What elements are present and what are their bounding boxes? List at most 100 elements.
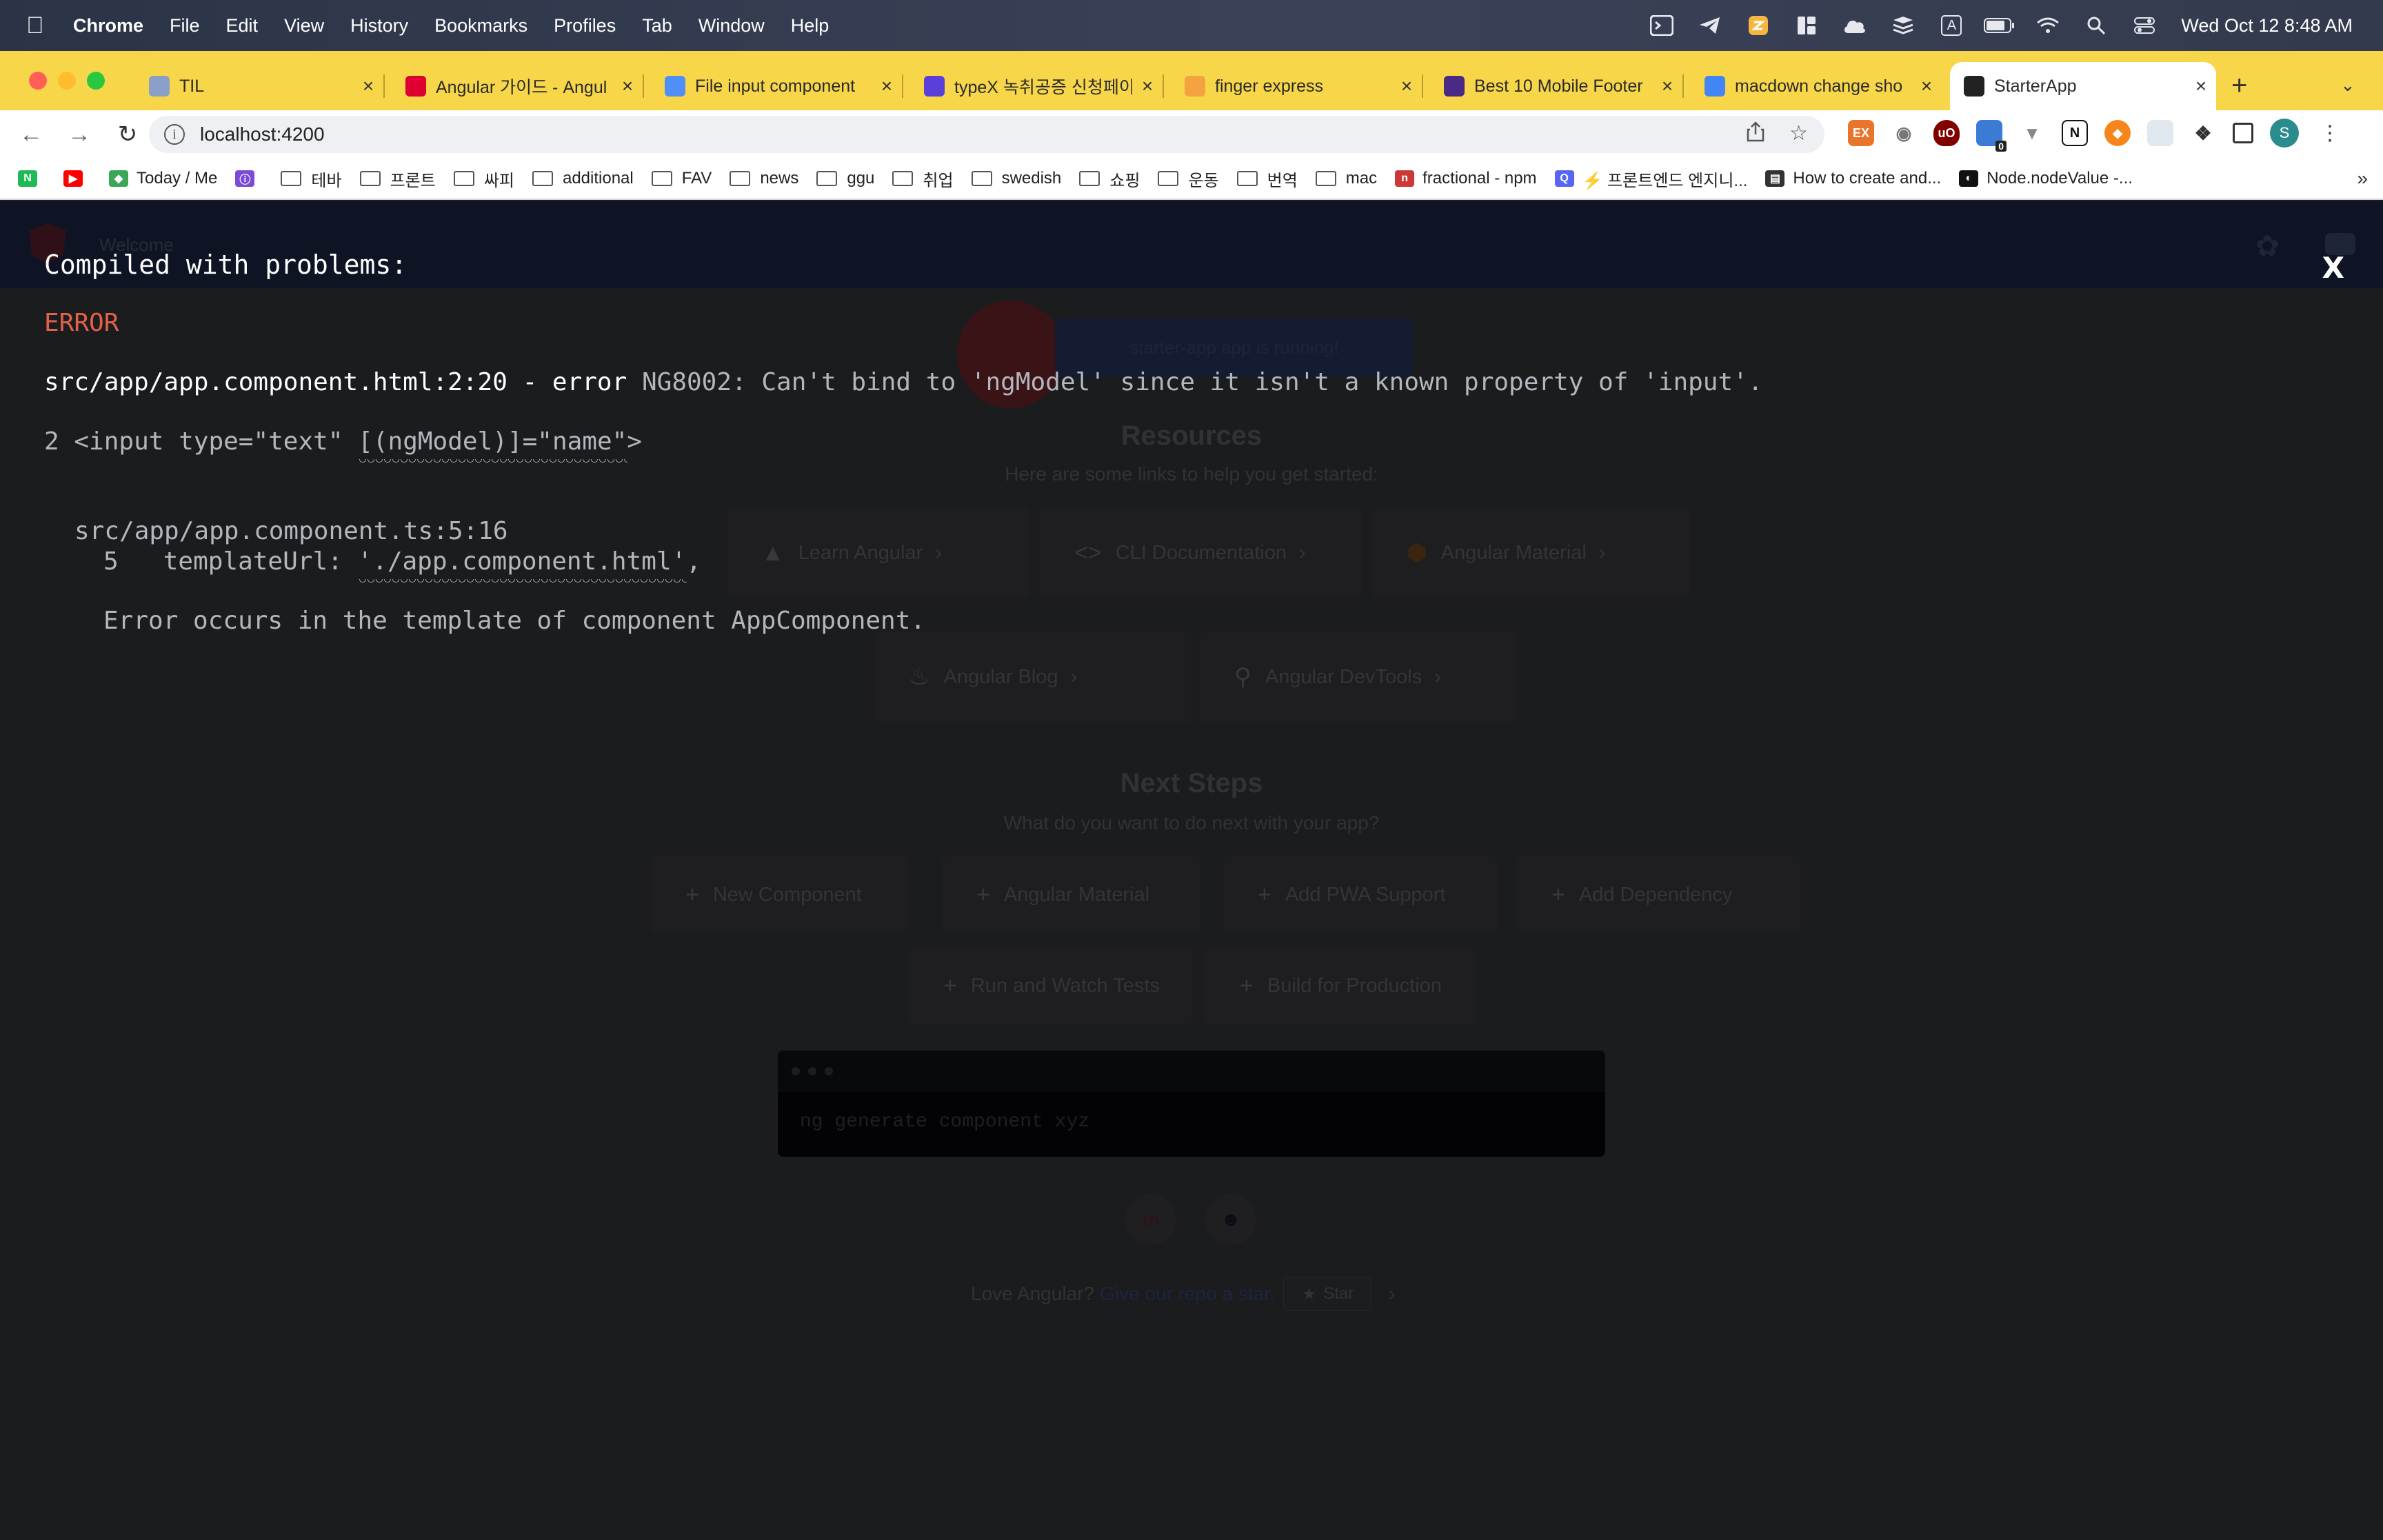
bookmark-item[interactable]: ▤ How to create and... [1765, 169, 1941, 188]
bookmark-folder[interactable]: 취업 [892, 167, 954, 191]
apple-icon[interactable]:  [26, 12, 59, 39]
bookmark-label: Node.nodeValue -... [1987, 169, 2133, 188]
wifi-icon[interactable] [2032, 12, 2064, 39]
bookmark-folder[interactable]: swedish [971, 169, 1062, 188]
cloud-icon[interactable] [1839, 12, 1871, 39]
ts-location: src/app/app.component.ts:5:16 [74, 517, 508, 545]
tab-4[interactable]: finger express × [1171, 62, 1423, 110]
shortcuts-icon[interactable] [1742, 12, 1774, 39]
tab-7[interactable]: StarterApp × [1950, 62, 2216, 110]
bookmark-favicon-icon: n [1395, 170, 1415, 187]
bookmark-folder[interactable]: 프론트 [359, 167, 436, 191]
tab-separator [1422, 74, 1423, 98]
chrome-tab-strip: TIL × Angular 가이드 - Angul × File input compo… [0, 51, 2383, 110]
menu-bar-clock[interactable]: Wed Oct 12 8:48 AM [2181, 15, 2353, 37]
tab-close-icon[interactable]: × [353, 75, 383, 97]
tab-3[interactable]: typeX 녹취공증 신청페이 × [910, 62, 1164, 110]
minimize-window-button[interactable] [58, 72, 76, 90]
terminal-icon[interactable] [1646, 12, 1678, 39]
overlay-close-button[interactable]: X [2322, 251, 2344, 285]
tab-close-icon[interactable]: × [1911, 75, 1942, 97]
bookmark-star-icon[interactable]: ☆ [1789, 121, 1808, 148]
bookmark-folder[interactable]: 쇼핑 [1079, 167, 1140, 191]
share-icon[interactable] [1747, 121, 1764, 148]
input-source-icon[interactable]: A [1935, 12, 1967, 39]
control-center-icon[interactable] [2129, 12, 2160, 39]
error-location: src/app/app.component.html:2:20 - error [44, 368, 627, 396]
close-window-button[interactable] [29, 72, 47, 90]
bookmark-label: fractional - npm [1422, 169, 1537, 188]
battery-icon[interactable] [1984, 12, 2015, 39]
bookmark-folder[interactable]: 운동 [1158, 167, 1219, 191]
bookmark-folder[interactable]: 테바 [281, 167, 342, 191]
telegram-icon[interactable] [1694, 12, 1726, 39]
back-arrow-icon[interactable]: ← [14, 121, 48, 148]
side-panel-icon[interactable] [2233, 123, 2253, 143]
tab-5[interactable]: Best 10 Mobile Footer × [1430, 62, 1684, 110]
ublock-icon[interactable]: uO [1933, 120, 1960, 146]
menu-tab[interactable]: Tab [642, 15, 672, 37]
menu-help[interactable]: Help [791, 15, 829, 37]
bookmark-folder[interactable]: mac [1315, 169, 1377, 188]
tab-0[interactable]: TIL × [135, 62, 385, 110]
bookmark-item[interactable]: ◆ Today / Me [109, 169, 217, 188]
extensions-puzzle-icon[interactable]: ❖ [2190, 120, 2216, 146]
tab-favicon-icon [149, 76, 170, 97]
bookmark-item[interactable]: Q ⚡ 프론트엔드 엔지니... [1554, 167, 1747, 191]
zoom-window-button[interactable] [87, 72, 105, 90]
bookmark-label: 운동 [1188, 171, 1219, 190]
menu-file[interactable]: File [170, 15, 200, 37]
menu-window[interactable]: Window [698, 15, 765, 37]
bookmarks-overflow-button[interactable]: » [2357, 168, 2368, 190]
menu-app-name[interactable]: Chrome [73, 15, 143, 37]
bookmark-item[interactable]: n fractional - npm [1395, 169, 1537, 188]
bookmark-folder[interactable]: ggu [816, 169, 874, 188]
address-bar-url[interactable]: localhost:4200 [200, 123, 325, 145]
menu-history[interactable]: History [350, 15, 408, 37]
tab-close-icon[interactable]: × [612, 75, 643, 97]
tab-close-icon[interactable]: × [2186, 75, 2216, 97]
forward-arrow-icon[interactable]: → [62, 121, 97, 148]
bookmark-label: additional [562, 169, 634, 188]
bookmark-folder[interactable]: FAV [651, 169, 712, 188]
extension-badge-icon[interactable]: 0 [1976, 120, 2007, 152]
metamask-icon[interactable]: ◆ [2104, 120, 2131, 146]
tab-1[interactable]: Angular 가이드 - Angul × [392, 62, 644, 110]
bookmark-item[interactable]: N [18, 170, 46, 187]
bookmark-item[interactable]: ◐ Node.nodeValue -... [1959, 169, 2133, 188]
notion-icon[interactable]: N [2062, 120, 2088, 146]
vue-devtools-icon[interactable]: ▼ [2019, 120, 2045, 146]
bookmark-folder[interactable]: news [730, 169, 798, 188]
bookmark-folder[interactable]: 싸피 [453, 167, 514, 191]
bookmark-folder[interactable]: 번역 [1236, 167, 1298, 191]
tab-favicon-icon [665, 76, 685, 97]
menu-edit[interactable]: Edit [226, 15, 259, 37]
bookmark-item[interactable]: ⓘ [235, 170, 263, 187]
tab-close-icon[interactable]: × [872, 75, 902, 97]
tab-close-icon[interactable]: × [1132, 75, 1163, 97]
stack-icon[interactable] [1887, 12, 1919, 39]
tab-close-icon[interactable]: × [1652, 75, 1682, 97]
reload-icon[interactable]: ↻ [110, 121, 145, 148]
camera-extension-icon[interactable]: ◉ [1891, 120, 1917, 146]
tab-6[interactable]: macdown change sho × [1691, 62, 1942, 110]
tab-search-chevron-icon[interactable]: ⌄ [2340, 74, 2355, 96]
new-tab-button[interactable]: + [2231, 70, 2247, 101]
window-extension-icon[interactable] [2147, 120, 2173, 146]
bookmark-favicon-icon: ▶ [63, 170, 83, 187]
address-bar[interactable]: i localhost:4200 ☆ [149, 116, 1824, 153]
menu-bookmarks[interactable]: Bookmarks [434, 15, 527, 37]
site-info-icon[interactable]: i [164, 124, 185, 145]
spotlight-icon[interactable] [2080, 12, 2112, 39]
layout-icon[interactable] [1791, 12, 1822, 39]
tab-2[interactable]: File input component × [651, 62, 903, 110]
chrome-menu-icon[interactable]: ⋮ [2320, 121, 2340, 145]
tab-close-icon[interactable]: × [1391, 75, 1422, 97]
bookmark-folder[interactable]: additional [532, 169, 634, 188]
menu-view[interactable]: View [284, 15, 324, 37]
menu-profiles[interactable]: Profiles [554, 15, 616, 37]
profile-avatar[interactable]: S [2270, 119, 2299, 148]
extension-ex-icon[interactable]: EX [1848, 120, 1874, 146]
bookmark-label: swedish [1001, 169, 1062, 188]
bookmark-item[interactable]: ▶ [63, 170, 91, 187]
